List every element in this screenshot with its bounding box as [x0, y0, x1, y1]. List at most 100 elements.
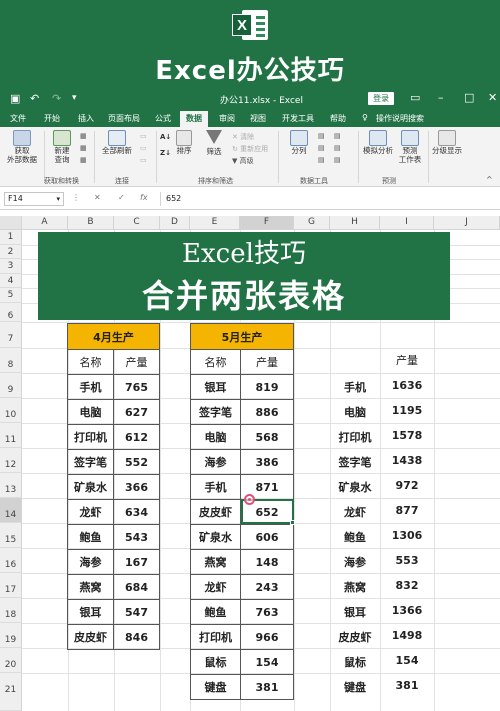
ribbon-display-options-icon[interactable]: ▭ — [410, 91, 420, 104]
may-item-qty[interactable]: 386 — [240, 449, 294, 475]
may-item-qty[interactable]: 243 — [240, 574, 294, 600]
what-if-analysis-button[interactable]: 模拟分析 — [360, 130, 396, 155]
may-item-qty[interactable]: 381 — [240, 674, 294, 700]
may-item-name[interactable]: 银耳 — [190, 374, 241, 400]
column-header-i[interactable]: I — [380, 216, 434, 230]
april-item-name[interactable]: 矿泉水 — [67, 474, 114, 500]
merged-item-name[interactable]: 键盘 — [330, 679, 380, 695]
select-all-corner[interactable] — [0, 216, 22, 230]
april-item-name[interactable]: 龙虾 — [67, 499, 114, 525]
merged-item-qty[interactable]: 154 — [380, 654, 434, 667]
row-header-17[interactable]: 17 — [0, 573, 22, 598]
recent-sources-icon[interactable]: ▦ — [80, 156, 87, 164]
collapse-ribbon-icon[interactable]: ^ — [486, 175, 493, 184]
merged-item-name[interactable]: 签字笔 — [330, 454, 380, 470]
may-item-qty[interactable]: 148 — [240, 549, 294, 575]
merged-item-qty[interactable]: 1438 — [380, 454, 434, 467]
row-header-20[interactable]: 20 — [0, 648, 22, 673]
tab-help[interactable]: 帮助 — [330, 113, 346, 124]
sheet-title-block[interactable]: Excel技巧 合并两张表格 — [38, 232, 450, 320]
april-item-qty[interactable]: 846 — [113, 624, 160, 650]
row-header-16[interactable]: 16 — [0, 548, 22, 573]
may-item-qty[interactable]: 966 — [240, 624, 294, 650]
refresh-all-button[interactable]: 全部刷新 — [98, 130, 136, 155]
april-item-name[interactable]: 打印机 — [67, 424, 114, 450]
april-item-name[interactable]: 鲍鱼 — [67, 524, 114, 550]
april-item-name[interactable]: 银耳 — [67, 599, 114, 625]
tab-formulas[interactable]: 公式 — [155, 113, 171, 124]
from-table-icon[interactable]: ▦ — [80, 144, 87, 152]
remove-duplicates-icon[interactable]: ▤ — [318, 144, 325, 152]
merged-item-qty[interactable]: 972 — [380, 479, 434, 492]
row-header-15[interactable]: 15 — [0, 523, 22, 548]
row-header-2[interactable]: 2 — [0, 245, 22, 259]
get-external-data-button[interactable]: 获取 外部数据 — [4, 130, 40, 164]
tab-view[interactable]: 视图 — [250, 113, 266, 124]
may-item-qty[interactable]: 154 — [240, 649, 294, 675]
column-header-b[interactable]: B — [68, 216, 114, 230]
may-col-name[interactable]: 名称 — [190, 349, 241, 375]
cancel-entry-icon[interactable]: ✕ — [94, 193, 101, 202]
may-item-name[interactable]: 矿泉水 — [190, 524, 241, 550]
merged-item-qty[interactable]: 1578 — [380, 429, 434, 442]
merged-item-qty[interactable]: 1636 — [380, 379, 434, 392]
column-header-g[interactable]: G — [294, 216, 330, 230]
merged-col-qty[interactable]: 产量 — [380, 352, 434, 368]
may-col-qty[interactable]: 产量 — [240, 349, 294, 375]
row-header-13[interactable]: 13 — [0, 473, 22, 498]
april-col-name[interactable]: 名称 — [67, 349, 114, 375]
column-header-c[interactable]: C — [114, 216, 160, 230]
merged-item-qty[interactable]: 1366 — [380, 604, 434, 617]
insert-function-icon[interactable]: fx — [140, 193, 148, 202]
row-header-21[interactable]: 21 — [0, 673, 22, 711]
may-item-name[interactable]: 键盘 — [190, 674, 241, 700]
april-table-header[interactable]: 4月生产 — [67, 323, 160, 350]
manage-data-model-icon[interactable]: ▤ — [334, 156, 341, 164]
april-item-name[interactable]: 电脑 — [67, 399, 114, 425]
show-queries-icon[interactable]: ▦ — [80, 132, 87, 140]
row-header-8[interactable]: 8 — [0, 348, 22, 373]
merged-item-qty[interactable]: 1195 — [380, 404, 434, 417]
april-item-name[interactable]: 皮皮虾 — [67, 624, 114, 650]
merged-item-name[interactable]: 海参 — [330, 554, 380, 570]
may-item-qty[interactable]: 568 — [240, 424, 294, 450]
column-header-h[interactable]: H — [330, 216, 380, 230]
may-item-name[interactable]: 鲍鱼 — [190, 599, 241, 625]
filter-button[interactable]: 筛选 — [202, 130, 226, 156]
april-item-qty[interactable]: 543 — [113, 524, 160, 550]
merged-item-name[interactable]: 电脑 — [330, 404, 380, 420]
april-item-qty[interactable]: 552 — [113, 449, 160, 475]
redo-icon[interactable]: ↷ — [52, 92, 61, 105]
row-header-11[interactable]: 11 — [0, 423, 22, 448]
april-item-qty[interactable]: 612 — [113, 424, 160, 450]
may-item-name[interactable]: 燕窝 — [190, 549, 241, 575]
row-header-10[interactable]: 10 — [0, 398, 22, 423]
row-header-14[interactable]: 14 — [0, 498, 22, 523]
forecast-sheet-button[interactable]: 预测 工作表 — [396, 130, 424, 164]
may-item-qty[interactable]: 763 — [240, 599, 294, 625]
clear-filter-button[interactable]: ✕ 清除 — [232, 132, 254, 142]
may-item-name[interactable]: 打印机 — [190, 624, 241, 650]
tab-file[interactable]: 文件 — [10, 113, 26, 124]
april-col-qty[interactable]: 产量 — [113, 349, 160, 375]
row-header-6[interactable]: 6 — [0, 303, 22, 322]
customize-qat-icon[interactable]: ▾ — [72, 93, 77, 103]
row-header-18[interactable]: 18 — [0, 598, 22, 623]
merged-item-name[interactable]: 银耳 — [330, 604, 380, 620]
april-item-qty[interactable]: 765 — [113, 374, 160, 400]
row-header-3[interactable]: 3 — [0, 259, 22, 274]
flash-fill-icon[interactable]: ▤ — [318, 132, 325, 140]
minimize-icon[interactable]: – — [438, 91, 444, 104]
reapply-button[interactable]: ↻ 重新应用 — [232, 144, 268, 154]
connections-icon[interactable]: ▭ — [140, 132, 147, 140]
tab-review[interactable]: 审阅 — [219, 113, 235, 124]
row-header-4[interactable]: 4 — [0, 274, 22, 288]
sort-ascending-icon[interactable]: A↓ — [160, 133, 171, 141]
row-header-12[interactable]: 12 — [0, 448, 22, 473]
merged-item-qty[interactable]: 553 — [380, 554, 434, 567]
may-item-name[interactable]: 皮皮虾 — [190, 499, 241, 525]
april-item-name[interactable]: 燕窝 — [67, 574, 114, 600]
merged-item-qty[interactable]: 381 — [380, 679, 434, 692]
advanced-filter-button[interactable]: ▼ 高级 — [232, 156, 254, 166]
merged-item-name[interactable]: 矿泉水 — [330, 479, 380, 495]
